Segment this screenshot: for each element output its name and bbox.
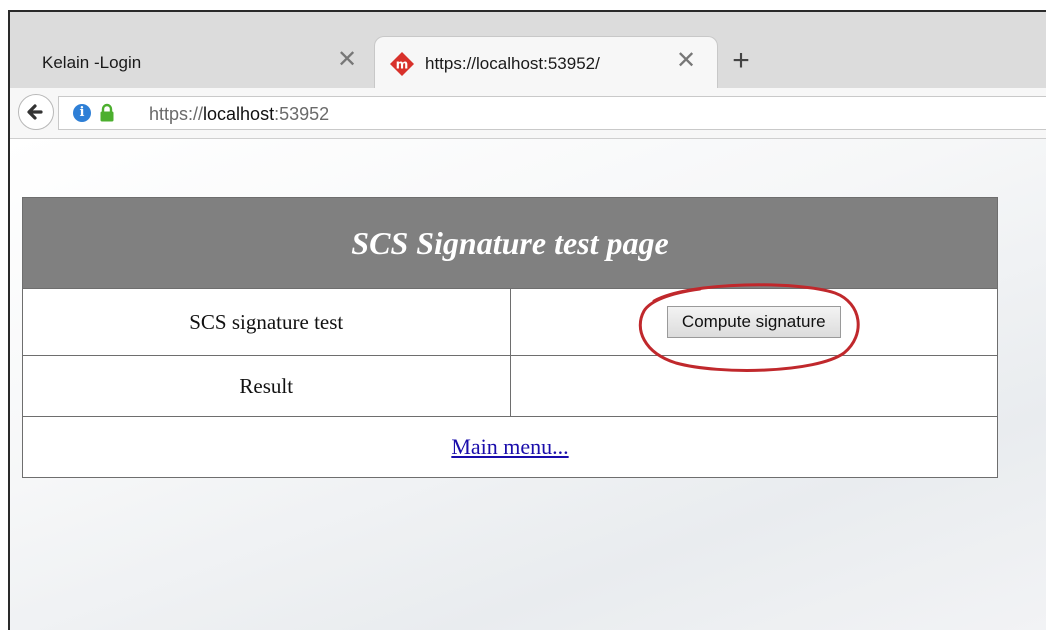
result-value <box>509 355 998 417</box>
close-tab-icon[interactable]: ✕ <box>334 47 360 73</box>
page-content: SCS Signature test page SCS signature te… <box>10 139 1046 630</box>
screenshot-frame: Kelain -Login ✕ m https://localhost:5395… <box>0 0 1046 630</box>
main-menu-link[interactable]: Main menu... <box>451 434 568 459</box>
table-row: SCS signature test Compute signature <box>22 288 998 356</box>
new-tab-button[interactable]: + <box>726 46 756 76</box>
tab-strip: Kelain -Login ✕ m https://localhost:5395… <box>10 12 1046 88</box>
page-title: SCS Signature test page <box>22 197 998 289</box>
result-label: Result <box>22 355 511 417</box>
url-text[interactable]: https://localhost:53952 <box>149 104 329 125</box>
table-row: Main menu... <box>22 416 998 478</box>
compute-signature-button[interactable]: Compute signature <box>666 306 841 338</box>
tab-title: https://localhost:53952/ <box>425 54 600 73</box>
signature-table: SCS Signature test page SCS signature te… <box>22 197 998 478</box>
site-info-icon[interactable]: i <box>73 104 91 122</box>
url-host: localhost <box>203 104 275 124</box>
table-row: Result <box>22 355 998 417</box>
back-arrow-icon <box>27 104 43 120</box>
tab-localhost[interactable]: m https://localhost:53952/ ✕ <box>374 36 718 88</box>
tab-kelain-login[interactable]: Kelain -Login ✕ <box>10 36 382 88</box>
tab-title: Kelain -Login <box>42 53 142 72</box>
navigation-bar: i https://localhost:53952 <box>10 88 1046 139</box>
close-tab-icon[interactable]: ✕ <box>673 48 699 74</box>
url-scheme: https:// <box>149 104 204 124</box>
lock-icon[interactable] <box>99 103 115 123</box>
back-button[interactable] <box>18 94 54 130</box>
signature-test-label: SCS signature test <box>22 288 511 356</box>
red-diamond-m-icon: m <box>390 52 414 76</box>
svg-text:m: m <box>396 58 409 72</box>
signature-button-cell: Compute signature <box>509 288 998 356</box>
url-port: :53952 <box>274 104 330 124</box>
browser-window: Kelain -Login ✕ m https://localhost:5395… <box>8 10 1046 630</box>
main-menu-cell: Main menu... <box>22 416 998 478</box>
url-bar[interactable]: i https://localhost:53952 <box>58 96 1046 130</box>
